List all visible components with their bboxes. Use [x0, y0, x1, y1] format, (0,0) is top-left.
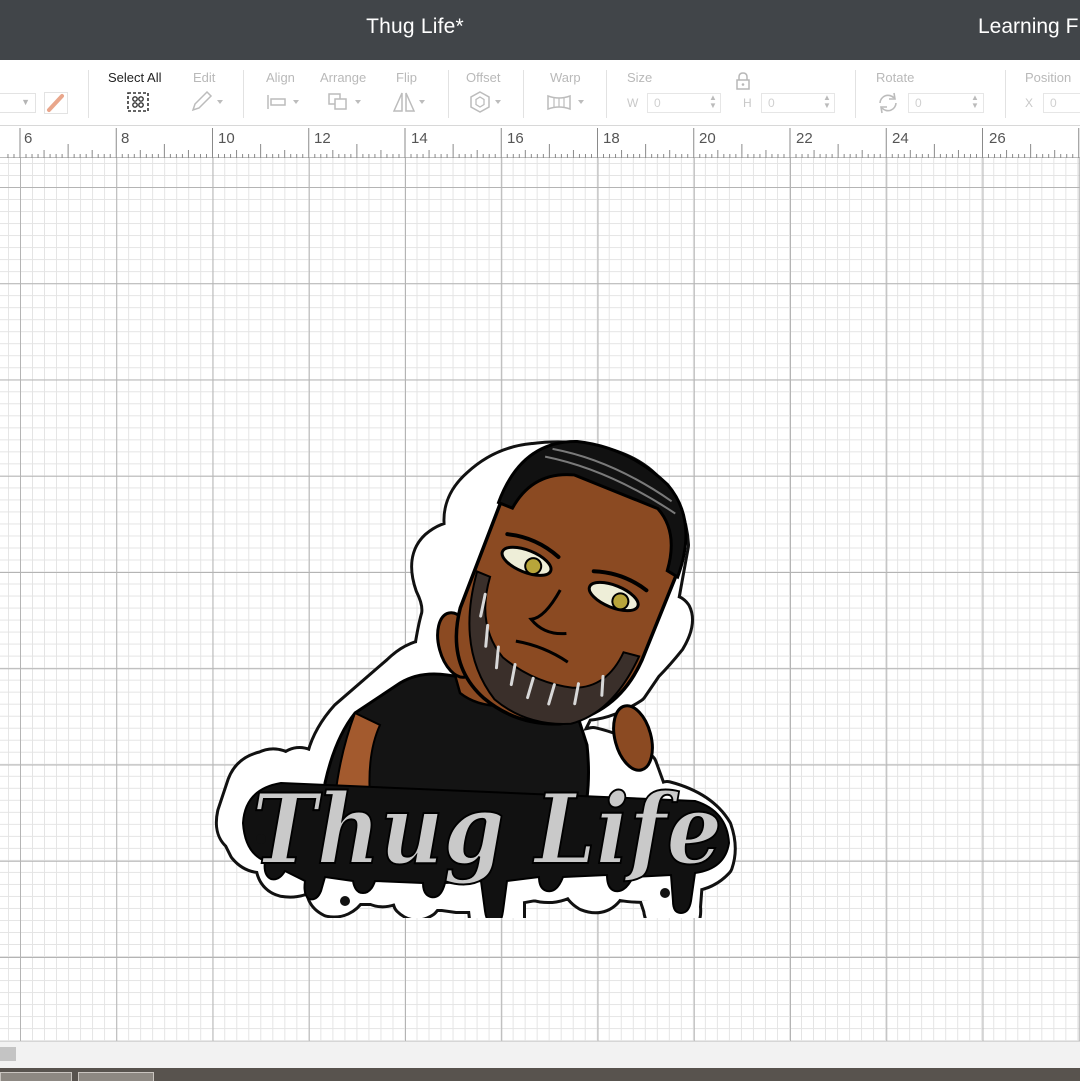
warp-group[interactable]: Warp — [535, 60, 595, 126]
sticker-text: Thug Life — [252, 773, 722, 886]
toolbar-divider — [1005, 70, 1006, 118]
arrange-label: Arrange — [320, 70, 367, 85]
horizontal-scrollbar[interactable] — [0, 1041, 1080, 1069]
linetype-group: ▼ — [0, 60, 80, 126]
ruler-label: 6 — [24, 130, 33, 147]
warp-icon[interactable] — [545, 90, 590, 114]
design-canvas[interactable]: Thug Life — [0, 158, 1080, 1041]
select-all-label: Select All — [108, 70, 162, 85]
align-icon[interactable] — [264, 90, 304, 114]
rotate-group: Rotate 0 ▲ ▼ — [866, 60, 996, 126]
ruler-label: 20 — [699, 130, 716, 147]
ruler-ticks — [7, 128, 1080, 158]
ruler-label: 22 — [796, 130, 813, 147]
position-x-letter: X — [1025, 96, 1034, 110]
edit-group[interactable]: Edit — [185, 60, 235, 126]
rotate-stepper-icon[interactable]: ▲ ▼ — [971, 94, 979, 110]
toolbar-divider — [523, 70, 524, 118]
learning-link[interactable]: Learning F — [978, 15, 1078, 39]
chevron-down-icon: ▼ — [21, 97, 30, 107]
arrange-icon[interactable] — [326, 90, 366, 114]
height-letter: H — [743, 96, 752, 110]
size-group: Size W 0 ▲ ▼ H 0 ▲ ▼ — [615, 60, 845, 126]
select-all-group[interactable]: Select All — [100, 60, 180, 126]
taskbar — [0, 1068, 1080, 1081]
offset-group[interactable]: Offset — [460, 60, 515, 126]
warp-label: Warp — [550, 70, 581, 85]
ruler-label: 12 — [314, 130, 331, 147]
flip-group[interactable]: Flip — [388, 60, 438, 126]
width-stepper-icon[interactable]: ▲ ▼ — [709, 94, 717, 110]
select-all-icon[interactable] — [125, 90, 151, 114]
arrange-group[interactable]: Arrange — [318, 60, 378, 126]
pen-color-icon — [47, 94, 64, 112]
align-group[interactable]: Align — [258, 60, 313, 126]
thug-life-sticker[interactable]: Thug Life — [195, 353, 765, 918]
ruler-label: 16 — [507, 130, 524, 147]
ruler-label: 10 — [218, 130, 235, 147]
offset-icon[interactable] — [466, 90, 506, 114]
ruler-label: 18 — [603, 130, 620, 147]
pen-color-swatch[interactable] — [44, 92, 68, 114]
toolbar-divider — [855, 70, 856, 118]
document-title: Thug Life* — [366, 15, 464, 38]
linetype-select[interactable]: ▼ — [0, 93, 36, 113]
rotate-icon — [879, 92, 897, 114]
lock-icon[interactable] — [735, 72, 751, 90]
toolbar-divider — [88, 70, 89, 118]
height-stepper-icon[interactable]: ▲ ▼ — [823, 94, 831, 110]
edit-label: Edit — [193, 70, 216, 85]
ruler-label: 24 — [892, 130, 909, 147]
ruler-label: 8 — [121, 130, 130, 147]
flip-label: Flip — [396, 70, 417, 85]
drip-dot — [340, 896, 350, 906]
taskbar-item[interactable] — [0, 1072, 72, 1081]
edit-toolbar: ▼ Select All Edit Align Arrange Flip Off… — [0, 60, 1080, 126]
align-label: Align — [266, 70, 295, 85]
title-bar: Thug Life* Learning F — [0, 0, 1080, 60]
scrollbar-thumb[interactable] — [0, 1047, 16, 1061]
toolbar-divider — [243, 70, 244, 118]
width-letter: W — [627, 96, 639, 110]
position-group: Position X 0 — [1015, 60, 1080, 126]
ruler-label: 14 — [411, 130, 428, 147]
size-label: Size — [627, 70, 653, 85]
edit-pencil-icon[interactable] — [189, 90, 229, 114]
offset-label: Offset — [466, 70, 501, 85]
toolbar-divider — [606, 70, 607, 118]
drip-dot — [660, 888, 670, 898]
taskbar-item[interactable] — [78, 1072, 154, 1081]
rotate-label: Rotate — [876, 70, 915, 85]
flip-icon[interactable] — [390, 90, 430, 114]
ruler-label: 26 — [989, 130, 1006, 147]
position-label: Position — [1025, 70, 1072, 85]
horizontal-ruler: 6 8 10 12 14 16 18 20 22 24 26 — [0, 126, 1080, 158]
toolbar-divider — [448, 70, 449, 118]
position-x-input[interactable]: 0 — [1043, 93, 1080, 113]
